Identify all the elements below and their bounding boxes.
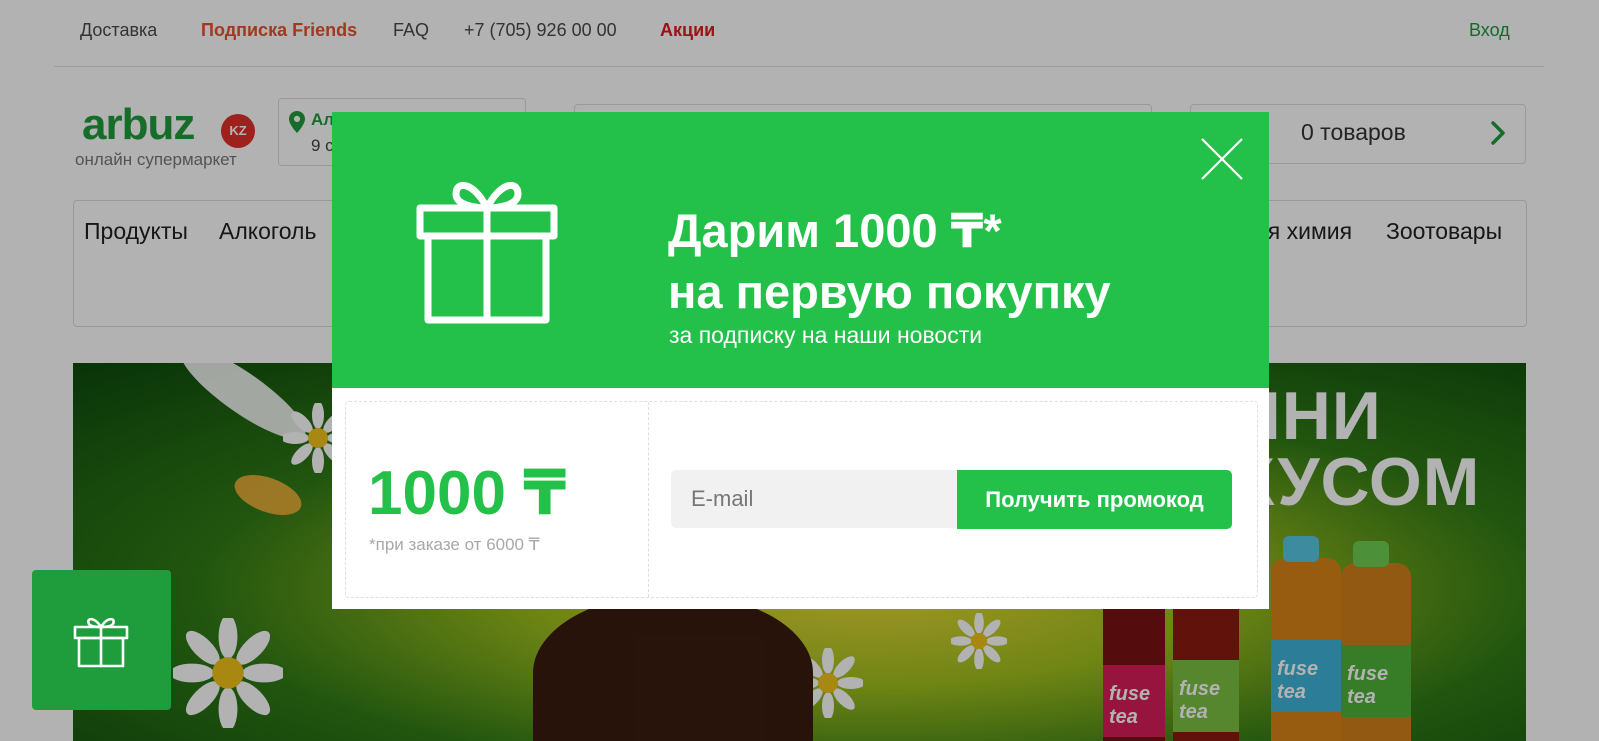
modal-subtitle: за подписку на наши новости — [669, 322, 983, 348]
gift-promo-button[interactable] — [32, 570, 171, 710]
subscribe-promo-modal: Дарим 1000 ₸* на первую покупку за подпи… — [332, 112, 1269, 609]
modal-body: 1000 ₸ *при заказе от 6000 ₸ Получить пр… — [345, 401, 1258, 598]
modal-body-divider — [648, 402, 649, 597]
modal-title: Дарим 1000 ₸* на первую покупку — [668, 200, 1111, 322]
modal-title-line2: на первую покупку — [668, 265, 1111, 318]
modal-header: Дарим 1000 ₸* на первую покупку за подпи… — [332, 112, 1269, 388]
bonus-condition-note: *при заказе от 6000 ₸ — [369, 535, 540, 554]
bonus-amount: 1000 ₸ — [368, 459, 567, 528]
email-field[interactable] — [671, 470, 957, 528]
modal-title-line1: Дарим 1000 ₸* — [668, 204, 1002, 257]
get-promocode-button[interactable]: Получить промокод — [957, 470, 1232, 529]
gift-icon — [416, 181, 558, 324]
gift-icon — [73, 617, 129, 668]
close-icon[interactable] — [1200, 137, 1244, 181]
